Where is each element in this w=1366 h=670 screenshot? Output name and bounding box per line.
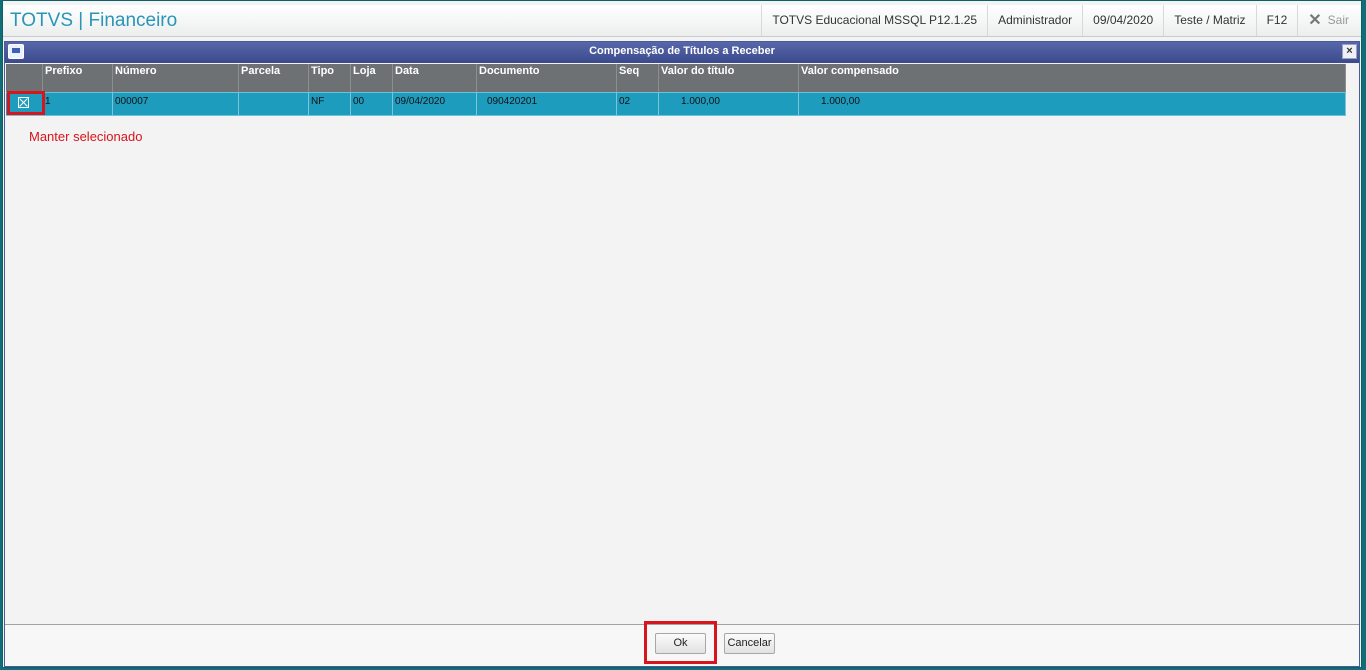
user-label[interactable]: Administrador (987, 5, 1082, 36)
exit-button[interactable]: ✕ Sair (1297, 5, 1361, 36)
ok-button[interactable]: Ok (655, 633, 706, 654)
dialog-footer: Ok Cancelar (5, 621, 1359, 666)
cell-parcela (239, 93, 309, 115)
cell-loja: 00 (351, 93, 393, 115)
app-window: TOTVS | Financeiro TOTVS Educacional MSS… (2, 0, 1362, 668)
cell-valor-compensado: 1.000,00 (799, 93, 1346, 115)
cell-numero: 000007 (113, 93, 239, 115)
col-header-valor-titulo[interactable]: Valor do título (659, 64, 799, 92)
app-header: TOTVS | Financeiro TOTVS Educacional MSS… (3, 5, 1361, 37)
cell-prefixo: 1 (43, 93, 113, 115)
cell-seq: 02 (617, 93, 659, 115)
close-icon: ✕ (1308, 12, 1322, 29)
environment-label[interactable]: TOTVS Educacional MSSQL P12.1.25 (761, 5, 987, 36)
col-header-parcela[interactable]: Parcela (239, 64, 309, 92)
col-header-tipo[interactable]: Tipo (309, 64, 351, 92)
checkbox-highlight-box (7, 91, 45, 115)
header-info: TOTVS Educacional MSSQL P12.1.25 Adminis… (761, 5, 1361, 36)
titles-grid: Prefixo Número Parcela Tipo Loja Data Do… (6, 64, 1346, 116)
annotation-text: Manter selecionado (29, 129, 143, 144)
cell-tipo: NF (309, 93, 351, 115)
col-header-data[interactable]: Data (393, 64, 477, 92)
shortcut-label[interactable]: F12 (1255, 5, 1298, 36)
table-row[interactable]: 1 000007 NF 00 09/04/2020 090420201 02 1… (6, 92, 1346, 116)
cell-valor-titulo: 1.000,00 (659, 93, 799, 115)
col-header-select[interactable] (6, 64, 43, 92)
col-header-loja[interactable]: Loja (351, 64, 393, 92)
cell-data: 09/04/2020 (393, 93, 477, 115)
dialog-close-button[interactable]: × (1342, 44, 1357, 59)
date-label[interactable]: 09/04/2020 (1082, 5, 1163, 36)
col-header-prefixo[interactable]: Prefixo (43, 64, 113, 92)
col-header-documento[interactable]: Documento (477, 64, 617, 92)
branch-label[interactable]: Teste / Matriz (1163, 5, 1255, 36)
dialog-titlebar: Compensação de Títulos a Receber × (5, 42, 1359, 63)
col-header-seq[interactable]: Seq (617, 64, 659, 92)
cell-documento: 090420201 (477, 93, 617, 115)
col-header-valor-compensado[interactable]: Valor compensado (799, 64, 1346, 92)
app-title: TOTVS | Financeiro (10, 10, 178, 31)
col-header-numero[interactable]: Número (113, 64, 239, 92)
cancel-button[interactable]: Cancelar (724, 633, 775, 654)
compensation-dialog: Compensação de Títulos a Receber × Prefi… (4, 41, 1360, 667)
grid-header: Prefixo Número Parcela Tipo Loja Data Do… (6, 64, 1346, 92)
exit-label: Sair (1327, 13, 1349, 27)
dialog-title: Compensação de Títulos a Receber (589, 45, 775, 57)
